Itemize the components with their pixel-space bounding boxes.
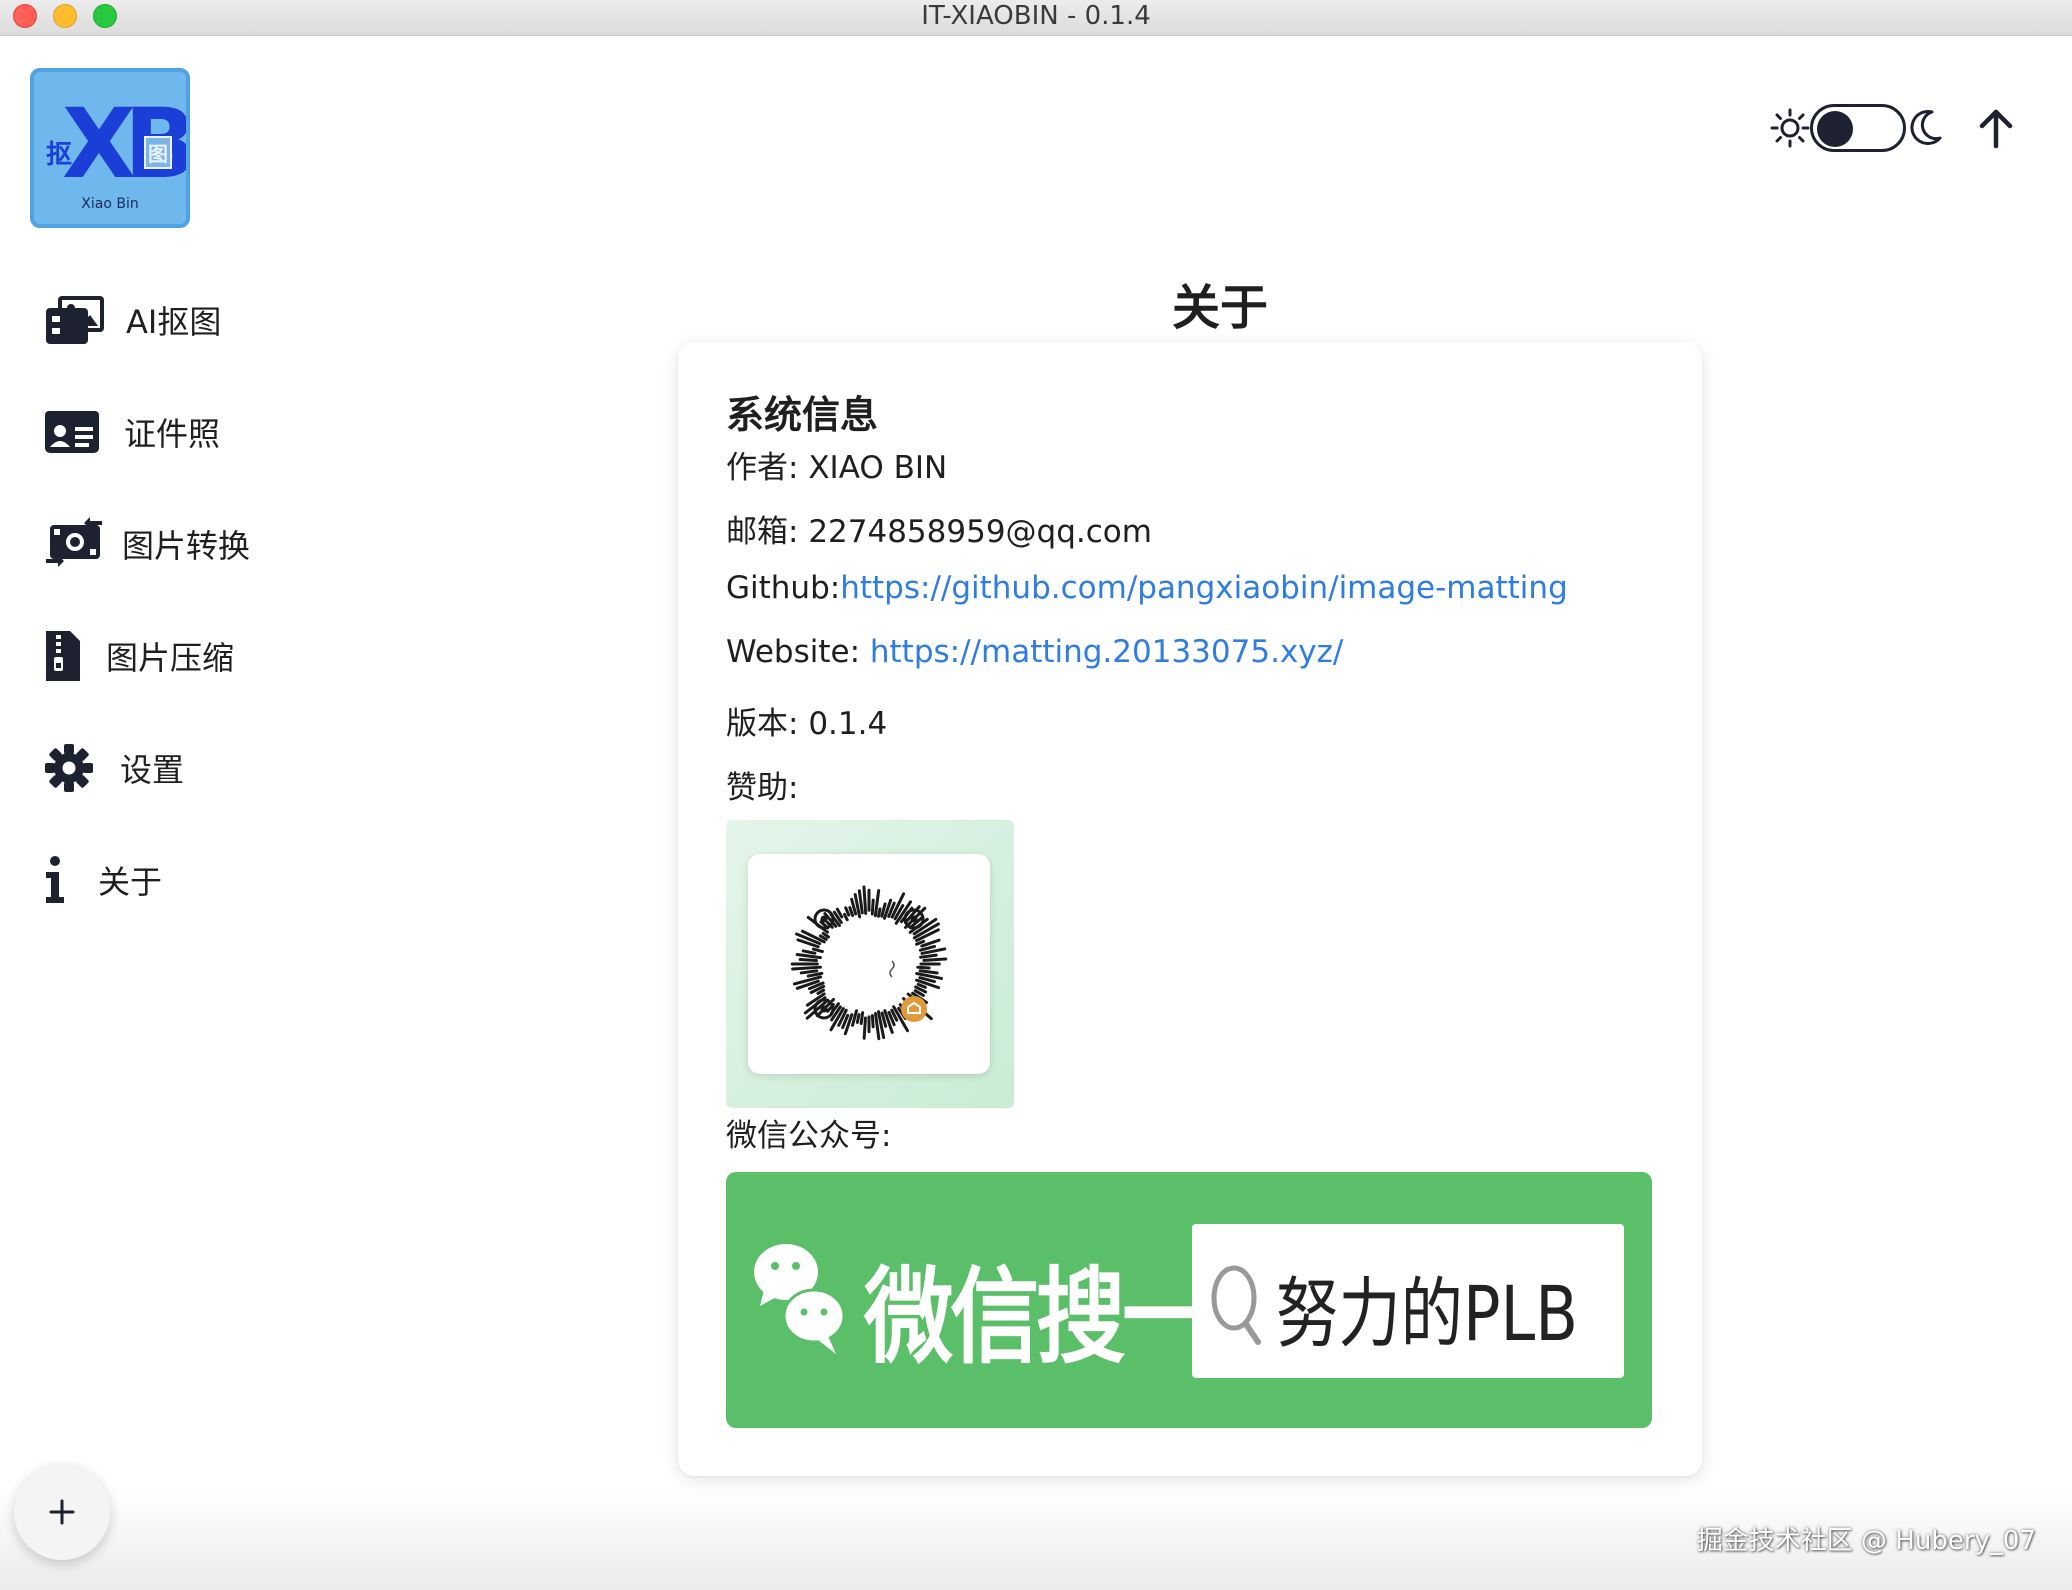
window-title: IT-XIAOBIN - 0.1.4	[921, 1, 1151, 31]
photo-images-icon	[44, 292, 108, 348]
theme-toggle-knob	[1817, 111, 1853, 147]
wechat-icon	[750, 1232, 850, 1370]
plus-icon	[49, 1499, 75, 1525]
version-label: 版本:	[726, 706, 809, 742]
sidebar-item-about[interactable]: 关于	[44, 850, 162, 910]
author-value: XIAO BIN	[808, 450, 948, 486]
website-label: Website:	[726, 634, 870, 670]
author-label: 作者:	[726, 450, 809, 486]
sponsor-label: 赞助:	[726, 770, 799, 806]
system-info-card: 系统信息 作者: XIAO BIN 邮箱: 2274858959@qq.com …	[678, 342, 1702, 1476]
wechat-search-value: 努力的PLB	[1276, 1269, 1579, 1358]
card-title: 系统信息	[726, 393, 879, 437]
qr-code-graphic	[790, 885, 948, 1041]
window-titlebar: IT-XIAOBIN - 0.1.4	[0, 0, 2072, 36]
search-icon	[1206, 1258, 1266, 1352]
money-exchange-icon	[44, 516, 108, 572]
logo-caption: Xiao Bin	[81, 196, 139, 212]
sidebar-item-label: 图片压缩	[106, 639, 235, 677]
wechat-label: 微信公众号:	[726, 1118, 892, 1154]
email-line: 邮箱: 2274858959@qq.com	[726, 506, 1152, 551]
sun-icon[interactable]	[1770, 104, 1810, 156]
email-label: 邮箱:	[726, 514, 809, 550]
sidebar-item-label: AI抠图	[126, 303, 222, 341]
sidebar-item-id-photo[interactable]: 证件照	[44, 402, 220, 462]
sidebar-item-label: 设置	[120, 751, 185, 789]
github-label: Github:	[726, 570, 841, 606]
gear-icon	[44, 740, 100, 796]
github-link[interactable]: https://github.com/pangxiaobin/image-mat…	[840, 570, 1568, 606]
file-zipper-icon	[44, 628, 88, 684]
info-icon	[44, 852, 78, 908]
github-line: Github:https://github.com/pangxiaobin/im…	[726, 570, 1568, 606]
website-line: Website: https://matting.20133075.xyz/	[726, 634, 1343, 670]
sidebar-item-label: 关于	[98, 863, 163, 901]
wechat-search-banner: 微信搜一搜 努力的PLB	[726, 1172, 1652, 1428]
author-line: 作者: XIAO BIN	[726, 442, 947, 487]
theme-toggle[interactable]	[1810, 104, 1906, 152]
logo-left-char: 抠	[46, 140, 73, 170]
logo-right-char: 图	[144, 136, 172, 169]
sidebar-item-image-convert[interactable]: 图片转换	[44, 514, 250, 574]
sidebar-item-ai-matting[interactable]: AI抠图	[44, 290, 221, 350]
sidebar-item-label: 图片转换	[122, 527, 251, 565]
version-value: 0.1.4	[808, 706, 888, 742]
website-link[interactable]: https://matting.20133075.xyz/	[870, 634, 1343, 670]
page-title: 关于	[1171, 280, 1268, 336]
id-card-icon	[44, 404, 108, 460]
email-value: 2274858959@qq.com	[808, 514, 1152, 550]
sponsor-qr-image	[726, 820, 1014, 1108]
wechat-search-box: 努力的PLB	[1192, 1224, 1624, 1378]
sidebar-item-label: 证件照	[124, 415, 221, 453]
add-button[interactable]	[14, 1464, 110, 1560]
qr-code	[748, 854, 990, 1074]
version-line: 版本: 0.1.4	[726, 698, 887, 743]
arrow-up-icon[interactable]	[1974, 104, 2018, 156]
app-logo[interactable]: XB 抠 图 Xiao Bin	[30, 68, 190, 228]
moon-icon[interactable]	[1906, 104, 1946, 156]
watermark: 掘金技术社区 @ Hubery_07	[1696, 1526, 2036, 1556]
sidebar-item-settings[interactable]: 设置	[44, 738, 184, 798]
sidebar-item-image-compress[interactable]: 图片压缩	[44, 626, 234, 686]
